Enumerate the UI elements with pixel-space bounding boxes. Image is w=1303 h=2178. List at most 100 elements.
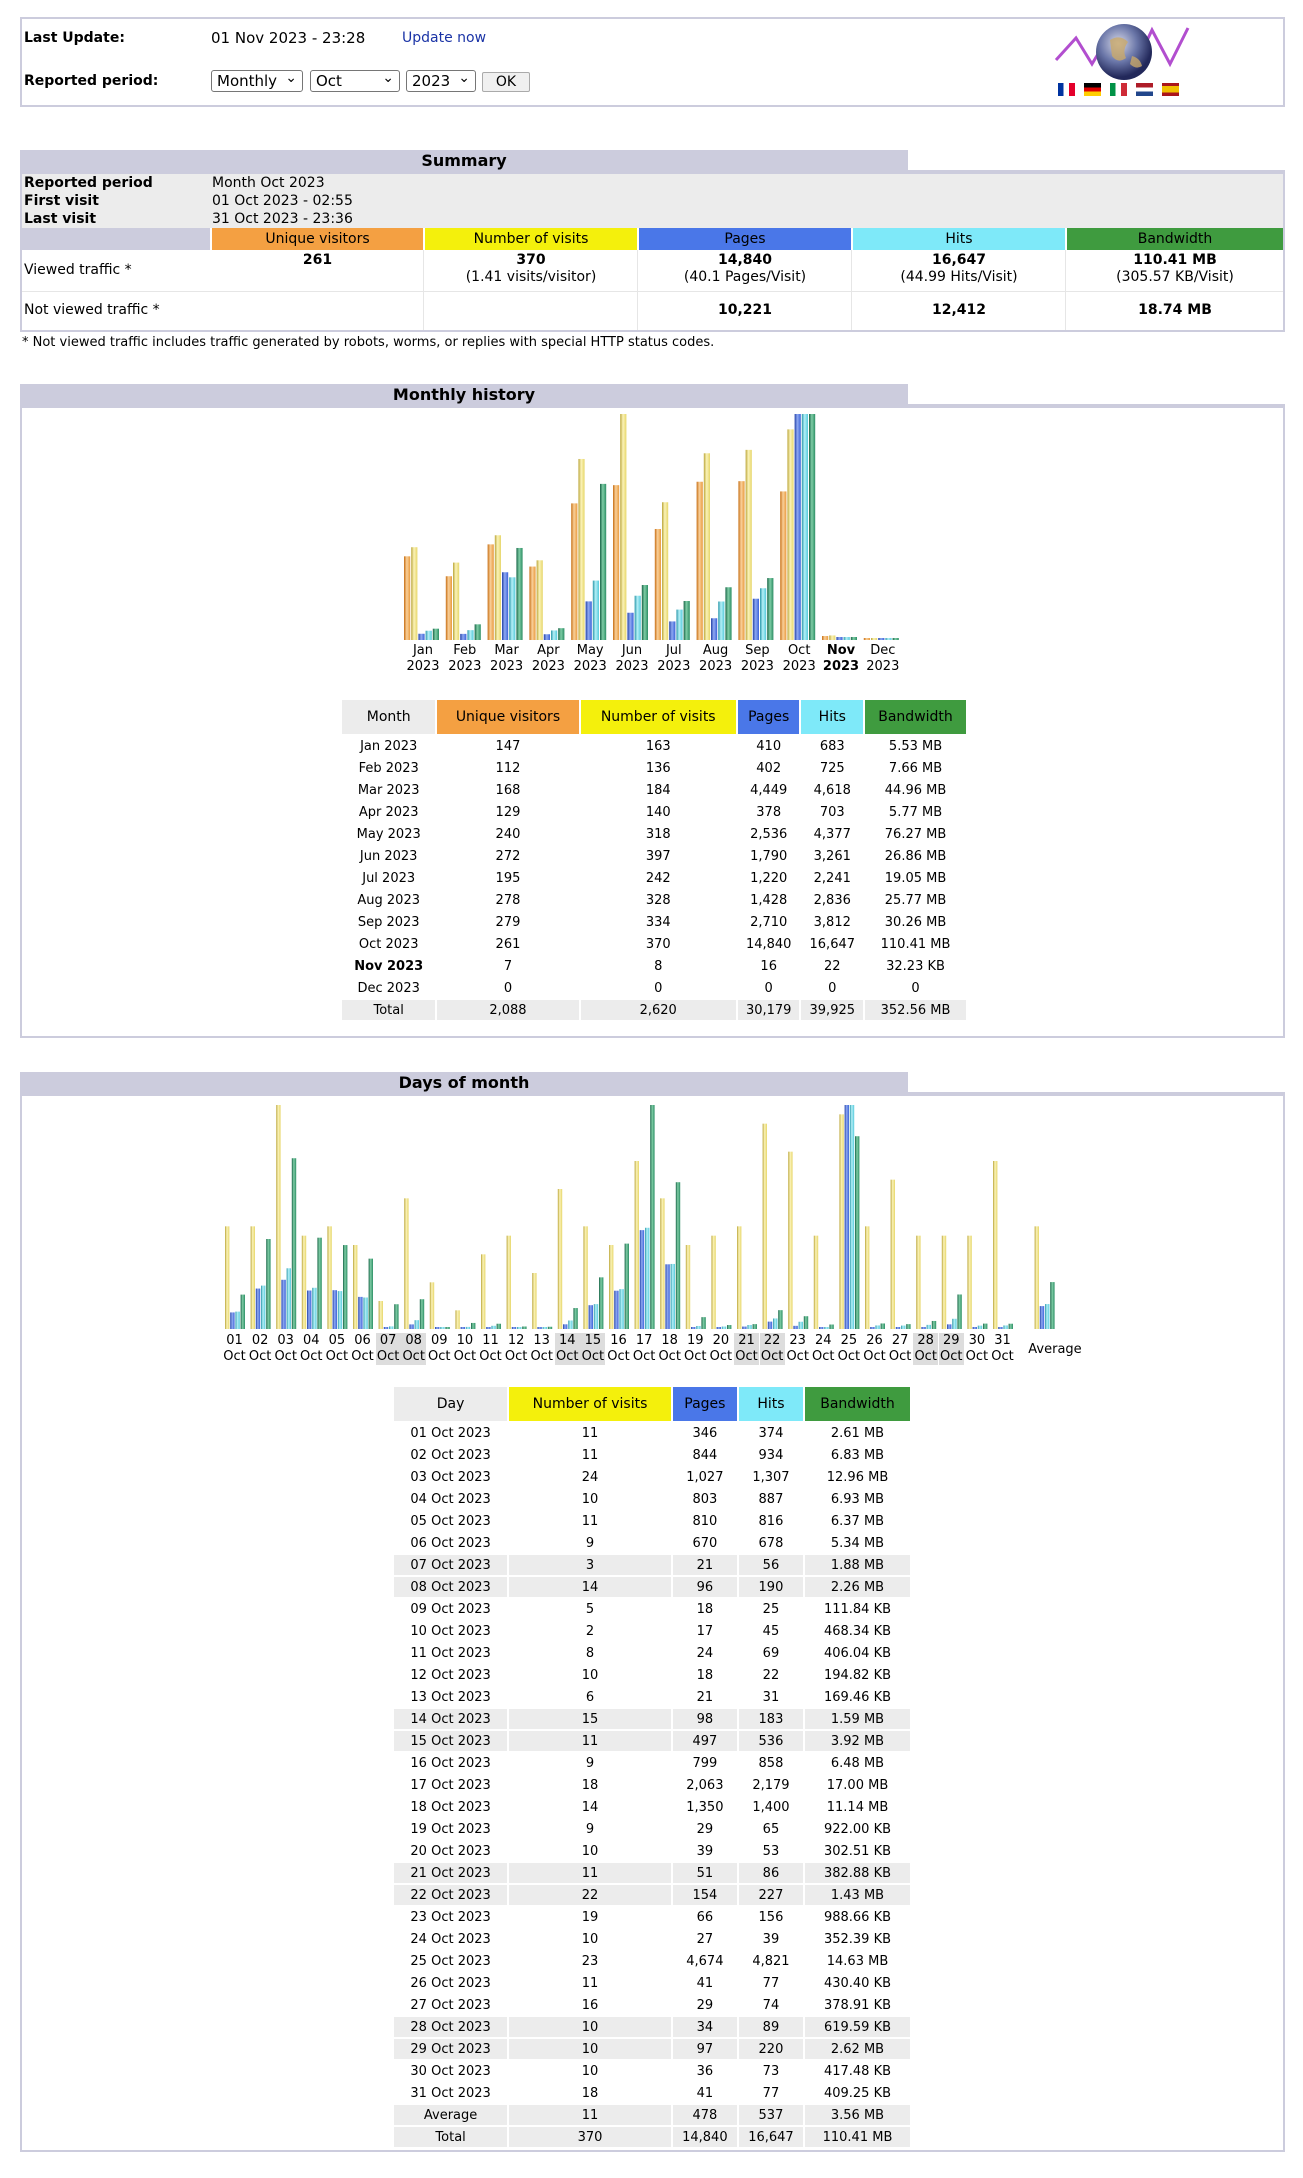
day-axis-label[interactable]: 19 Oct	[683, 1333, 708, 1365]
unique-visitors-bar	[863, 638, 870, 640]
flag-it-icon[interactable]	[1110, 83, 1127, 96]
table-row: 27 Oct 2023 16 29 74 378.91 KB	[394, 1995, 910, 2015]
table-cell: Oct 2023	[358, 936, 419, 952]
visits-bar	[967, 1235, 972, 1329]
day-axis-label[interactable]: 16 Oct	[606, 1333, 631, 1365]
table-cell: 3.92 MB	[804, 1731, 910, 1751]
day-axis-label[interactable]: 05 Oct	[324, 1333, 349, 1365]
day-axis-label[interactable]: 04 Oct	[299, 1333, 324, 1365]
month-axis-label[interactable]: Feb 2023	[443, 643, 487, 675]
month-axis-label[interactable]: Sep 2023	[735, 643, 779, 675]
visits-bar	[455, 1310, 460, 1329]
day-axis-average-label[interactable]: Average	[1022, 1342, 1088, 1358]
table-cell: 29 Oct 2023	[394, 2039, 508, 2059]
month-axis-label[interactable]: Mar 2023	[485, 643, 529, 675]
day-axis-label[interactable]: 30 Oct	[964, 1333, 989, 1365]
unique-visitors-bar	[780, 491, 787, 640]
day-axis-label[interactable]: 21 Oct	[734, 1333, 759, 1365]
day-axis-label[interactable]: 13 Oct	[529, 1333, 554, 1365]
pages-bar	[511, 1327, 517, 1329]
summary-col-unique-visitors: Unique visitors	[212, 228, 423, 250]
day-axis-label[interactable]: 24 Oct	[811, 1333, 836, 1365]
month-axis-label[interactable]: Dec 2023	[861, 643, 905, 675]
viewed-value: 14,840 (40.1 Pages/Visit)	[639, 252, 851, 286]
period-type-select[interactable]: Monthly	[211, 68, 303, 92]
viewed-number: 110.41 MB	[1133, 252, 1217, 268]
day-axis-label[interactable]: 09 Oct	[427, 1333, 452, 1365]
day-axis-label[interactable]: 26 Oct	[862, 1333, 887, 1365]
table-cell: 0	[911, 980, 920, 996]
day-axis-label[interactable]: 03 Oct	[273, 1333, 298, 1365]
month-axis-month: Jul	[665, 643, 682, 658]
hits-bar	[718, 601, 725, 640]
flag-es-icon[interactable]	[1162, 83, 1179, 96]
visits-bar	[829, 635, 836, 640]
day-axis-label[interactable]: 11 Oct	[478, 1333, 503, 1365]
day-axis-label[interactable]: 27 Oct	[888, 1333, 913, 1365]
month-axis-label[interactable]: Oct 2023	[777, 643, 821, 675]
table-cell: 619.59 KB	[804, 2017, 910, 2037]
flag-fr-icon[interactable]	[1058, 83, 1075, 96]
month-axis-label[interactable]: Jan 2023	[401, 643, 445, 675]
day-axis-label[interactable]: 02 Oct	[248, 1333, 273, 1365]
monthly-chart	[404, 414, 899, 640]
day-axis-month: Oct	[914, 1349, 937, 1364]
day-axis-number: 27	[891, 1333, 909, 1348]
day-axis-label[interactable]: 31 Oct	[990, 1333, 1015, 1365]
visits-bar	[453, 562, 460, 640]
ok-button[interactable]: OK	[482, 72, 530, 92]
month-axis-label[interactable]: Jun 2023	[610, 643, 654, 675]
day-axis-label[interactable]: 23 Oct	[785, 1333, 810, 1365]
day-axis-label[interactable]: 29 Oct	[938, 1333, 964, 1365]
day-axis-label[interactable]: 20 Oct	[708, 1333, 733, 1365]
month-axis-label[interactable]: Aug 2023	[694, 643, 738, 675]
bandwidth-bar	[727, 1325, 732, 1329]
day-axis-number: 19	[687, 1333, 704, 1348]
table-cell: 2,620	[580, 1000, 736, 1020]
table-cell: 0	[828, 980, 837, 996]
table-cell: 06 Oct 2023	[410, 1535, 491, 1551]
day-axis-label[interactable]: 18 Oct	[657, 1333, 682, 1365]
day-axis-label[interactable]: 08 Oct	[401, 1333, 427, 1365]
visits-bar	[506, 1235, 511, 1329]
day-axis-label[interactable]: 22 Oct	[759, 1333, 785, 1365]
day-axis-label[interactable]: 07 Oct	[375, 1333, 401, 1365]
day-axis-label[interactable]: 06 Oct	[350, 1333, 375, 1365]
day-axis-label[interactable]: 25 Oct	[836, 1333, 861, 1365]
day-axis-number: 10	[456, 1333, 474, 1348]
day-axis-label[interactable]: 10 Oct	[452, 1333, 477, 1365]
day-axis-label[interactable]: 01 Oct	[222, 1333, 247, 1365]
month-axis-label[interactable]: Nov 2023	[819, 643, 863, 675]
visits-bar	[787, 429, 794, 640]
day-axis-label[interactable]: 28 Oct	[913, 1333, 939, 1365]
table-cell: 2,179	[752, 1777, 790, 1793]
table-cell: 27 Oct 2023	[410, 1997, 491, 2013]
day-axis-label[interactable]: 15 Oct	[580, 1333, 606, 1365]
pages-bar	[639, 1230, 645, 1329]
table-cell: 156	[758, 1909, 784, 1925]
month-axis-label[interactable]: May 2023	[568, 643, 612, 675]
day-axis-label[interactable]: 14 Oct	[554, 1333, 580, 1365]
table-cell: 07 Oct 2023	[394, 1555, 508, 1575]
month-axis-label[interactable]: Apr 2023	[526, 643, 570, 675]
table-cell: 2,710	[750, 914, 788, 930]
table-cell: 3,812	[813, 914, 851, 930]
daily-title: Days of month	[20, 1072, 908, 1094]
table-cell: 2.26 MB	[804, 1577, 910, 1597]
table-cell: 803	[692, 1491, 718, 1507]
month-axis-month: Nov	[826, 643, 856, 658]
day-axis-number: 13	[533, 1333, 550, 1348]
table-cell: 6.37 MB	[830, 1513, 885, 1529]
pages-bar	[794, 414, 801, 640]
year-select[interactable]: 2023	[406, 68, 476, 92]
month-axis-label[interactable]: Jul 2023	[652, 643, 696, 675]
day-axis-label[interactable]: 12 Oct	[504, 1333, 529, 1365]
not-viewed-value: 10,221	[717, 302, 773, 318]
flag-de-icon[interactable]	[1084, 83, 1101, 96]
table-cell: 169.46 KB	[823, 1689, 892, 1705]
flag-nl-icon[interactable]	[1136, 83, 1153, 96]
update-now-link[interactable]: Update now	[402, 30, 486, 46]
visits-bar	[745, 449, 752, 640]
month-select[interactable]: Oct	[310, 68, 400, 92]
day-axis-label[interactable]: 17 Oct	[632, 1333, 657, 1365]
